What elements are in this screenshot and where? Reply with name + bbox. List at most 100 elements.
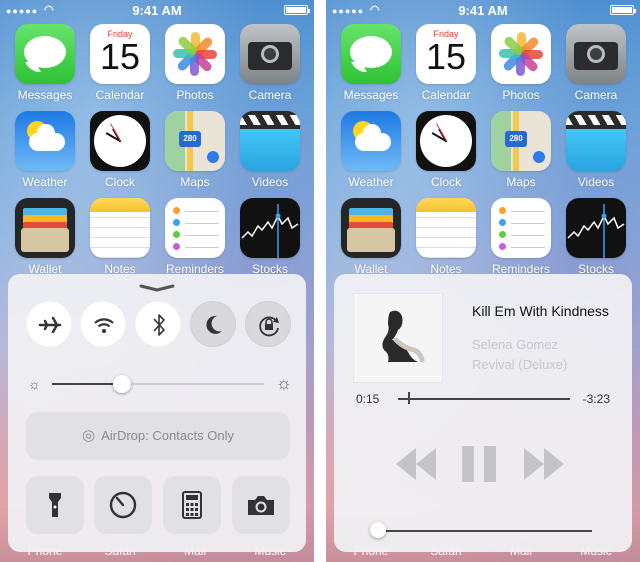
brightness-knob[interactable] [113, 375, 132, 393]
now-playing-panel: Kill Em With Kindness Selena Gomez Reviv… [334, 274, 632, 552]
app-messages[interactable]: Messages [334, 24, 408, 102]
camera-button[interactable] [232, 476, 290, 534]
control-center: ☼ ☼ ◎ AirDrop: Contacts Only [8, 274, 306, 552]
calendar-date: 15 [425, 36, 467, 77]
bluetooth-icon [153, 314, 165, 336]
weather-icon [341, 111, 401, 171]
chevron-down-icon[interactable] [139, 284, 175, 292]
calendar-date: 15 [99, 36, 141, 77]
app-label: Maps [180, 175, 210, 189]
elapsed-time: 0:15 [356, 392, 380, 406]
brightness-high-icon: ☼ [275, 373, 293, 393]
shortcut-row [26, 476, 290, 534]
app-stocks[interactable]: Stocks [559, 198, 633, 276]
app-camera[interactable]: Camera [559, 24, 633, 102]
toggle-row [26, 301, 291, 347]
battery-icon [610, 5, 636, 15]
maps-shield: 280 [179, 131, 201, 147]
camera-app-icon [566, 24, 626, 84]
brightness-slider[interactable]: ☼ ☼ [26, 373, 293, 394]
weather-icon [15, 111, 75, 171]
app-label: Calendar [421, 88, 471, 102]
wifi-icon [94, 318, 114, 333]
track-title: Kill Em With Kindness [472, 303, 609, 319]
timer-icon [109, 491, 137, 519]
album-art[interactable] [354, 294, 442, 382]
app-label: Camera [248, 88, 292, 102]
app-reminders[interactable]: Reminders [484, 198, 558, 276]
app-label: Clock [430, 175, 461, 189]
notes-icon [90, 198, 150, 258]
track-artist: Selena Gomez [472, 337, 558, 352]
app-videos[interactable]: Videos [559, 111, 633, 189]
videos-icon [240, 111, 300, 171]
app-wallet[interactable]: Wallet [8, 198, 82, 276]
calculator-icon [182, 491, 202, 519]
right-screen: ●●●●● ◠ 9:41 AM Messages Friday 15 Calen… [326, 0, 640, 562]
app-maps[interactable]: 280 Maps [484, 111, 558, 189]
notes-icon [416, 198, 476, 258]
do-not-disturb-toggle[interactable] [190, 301, 236, 347]
app-label: Weather [348, 175, 394, 189]
status-bar: ●●●●● ◠ 9:41 AM [326, 0, 640, 20]
app-label: Maps [506, 175, 536, 189]
app-maps[interactable]: 280 Maps [158, 111, 232, 189]
app-weather[interactable]: Weather [334, 111, 408, 189]
progress-handle[interactable] [408, 392, 411, 404]
rewind-icon[interactable] [396, 448, 436, 480]
rotation-lock-toggle[interactable] [245, 301, 291, 347]
app-photos[interactable]: Photos [158, 24, 232, 102]
airdrop-icon: ◎ [81, 427, 96, 444]
airdrop-button[interactable]: ◎ AirDrop: Contacts Only [26, 412, 290, 460]
app-notes[interactable]: Notes [83, 198, 157, 276]
app-weather[interactable]: Weather [8, 111, 82, 189]
track-album: Revival (Deluxe) [472, 357, 568, 372]
bluetooth-toggle[interactable] [135, 301, 181, 347]
photos-icon [165, 24, 225, 84]
transport-controls [334, 444, 632, 484]
app-photos[interactable]: Photos [484, 24, 558, 102]
calculator-button[interactable] [163, 476, 221, 534]
album-art-image [354, 294, 442, 382]
app-label: Camera [574, 88, 618, 102]
flashlight-icon [49, 493, 61, 517]
scrubber[interactable]: 0:15 -3:23 [356, 392, 610, 406]
camera-app-icon [240, 24, 300, 84]
app-calendar[interactable]: Friday 15 Calendar [83, 24, 157, 102]
app-clock[interactable]: Clock [83, 111, 157, 189]
app-label: Messages [343, 88, 399, 102]
app-calendar[interactable]: Friday 15 Calendar [409, 24, 483, 102]
app-clock[interactable]: Clock [409, 111, 483, 189]
status-time: 9:41 AM [458, 3, 508, 18]
app-label: Videos [577, 175, 615, 189]
volume-track[interactable] [376, 530, 592, 532]
transport-icons [396, 446, 564, 482]
flashlight-button[interactable] [26, 476, 84, 534]
pause-icon[interactable] [462, 446, 496, 482]
airdrop-label: AirDrop: Contacts Only [101, 428, 235, 443]
volume-knob[interactable] [370, 522, 386, 538]
reminders-icon [165, 198, 225, 258]
app-videos[interactable]: Videos [233, 111, 307, 189]
app-camera[interactable]: Camera [233, 24, 307, 102]
app-messages[interactable]: Messages [8, 24, 82, 102]
app-label: Videos [251, 175, 289, 189]
app-notes[interactable]: Notes [409, 198, 483, 276]
app-stocks[interactable]: Stocks [233, 198, 307, 276]
brightness-low-icon: ☼ [28, 376, 41, 392]
timer-button[interactable] [94, 476, 152, 534]
calendar-icon: Friday 15 [90, 24, 150, 84]
app-wallet[interactable]: Wallet [334, 198, 408, 276]
progress-track[interactable] [398, 398, 570, 400]
calendar-icon: Friday 15 [416, 24, 476, 84]
app-reminders[interactable]: Reminders [158, 198, 232, 276]
wifi-toggle[interactable] [80, 301, 126, 347]
reminders-icon [491, 198, 551, 258]
wallet-icon [341, 198, 401, 258]
app-label: Photos [176, 88, 214, 102]
clock-icon [416, 111, 476, 171]
messages-icon [15, 24, 75, 84]
fast-forward-icon[interactable] [524, 448, 564, 480]
battery-icon [284, 5, 310, 15]
airplane-toggle[interactable] [26, 301, 72, 347]
